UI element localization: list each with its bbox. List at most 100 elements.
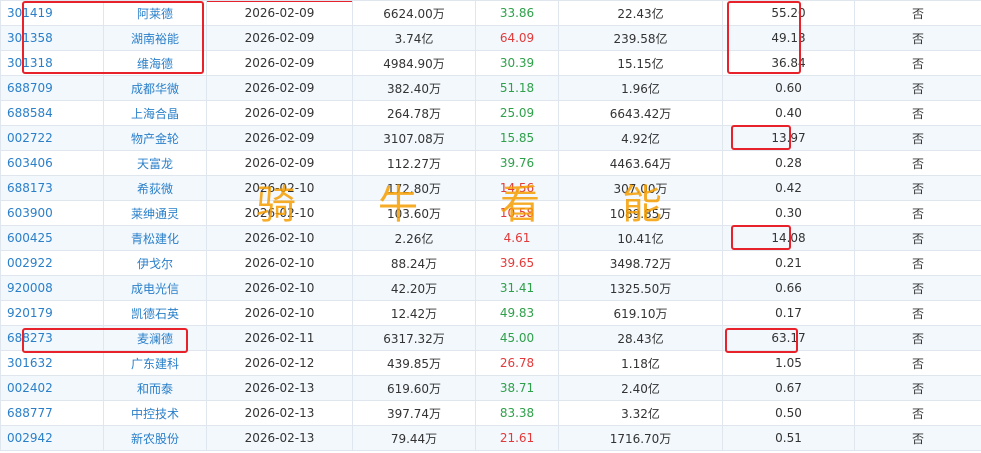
percent-cell: 10.58 [475, 200, 559, 226]
stock-name-cell: 新农股份 [103, 425, 207, 451]
date-cell: 2026-02-10 [206, 225, 353, 251]
amount-cell: 172.80万 [352, 175, 476, 201]
percent-cell: 15.85 [475, 125, 559, 151]
stock-code-link[interactable]: 301419 [7, 6, 53, 20]
ratio-cell: 0.40 [722, 100, 855, 126]
stock-code-link[interactable]: 600425 [7, 231, 53, 245]
stock-code-cell: 603900 [0, 200, 104, 226]
stock-code-link[interactable]: 920008 [7, 281, 53, 295]
stock-name-link[interactable]: 中控技术 [131, 407, 179, 421]
date-cell: 2026-02-13 [206, 400, 353, 426]
table-row: 920179 凯德石英 2026-02-10 12.42万 49.83 619.10万 0.… [0, 300, 981, 326]
stock-name-cell: 天富龙 [103, 150, 207, 176]
date-cell: 2026-02-09 [206, 125, 353, 151]
date-cell: 2026-02-09 [206, 150, 353, 176]
stock-name-cell: 成都华微 [103, 75, 207, 101]
percent-cell: 14.56 [475, 175, 559, 201]
flag-cell: 否 [854, 350, 981, 376]
table-row: 688777 中控技术 2026-02-13 397.74万 83.38 3.32亿 0.5… [0, 400, 981, 426]
date-cell: 2026-02-11 [206, 325, 353, 351]
flag-cell: 否 [854, 250, 981, 276]
table-row: 301419 阿莱德 2026-02-09 6624.00万 33.86 22.43亿 55… [0, 0, 981, 26]
ratio-cell: 0.66 [722, 275, 855, 301]
stock-code-link[interactable]: 002402 [7, 381, 53, 395]
stock-name-cell: 莱绅通灵 [103, 200, 207, 226]
capital-cell: 1325.50万 [558, 275, 723, 301]
stock-code-link[interactable]: 301358 [7, 31, 53, 45]
stock-code-link[interactable]: 688777 [7, 406, 53, 420]
stock-code-link[interactable]: 603900 [7, 206, 53, 220]
stock-code-link[interactable]: 603406 [7, 156, 53, 170]
amount-cell: 6624.00万 [352, 0, 476, 26]
stock-name-link[interactable]: 物产金轮 [131, 132, 179, 146]
flag-cell: 否 [854, 0, 981, 26]
stock-code-link[interactable]: 301318 [7, 56, 53, 70]
ratio-cell: 0.60 [722, 75, 855, 101]
amount-cell: 3107.08万 [352, 125, 476, 151]
stock-name-cell: 广东建科 [103, 350, 207, 376]
stock-code-link[interactable]: 688173 [7, 181, 53, 195]
table-body: 301419 阿莱德 2026-02-09 6624.00万 33.86 22.43亿 55… [0, 0, 981, 451]
date-cell: 2026-02-09 [206, 75, 353, 101]
capital-cell: 239.58亿 [558, 25, 723, 51]
ratio-cell: 63.17 [722, 325, 855, 351]
stock-code-link[interactable]: 920179 [7, 306, 53, 320]
stock-name-link[interactable]: 维海德 [137, 57, 173, 71]
date-cell: 2026-02-09 [206, 50, 353, 76]
stock-code-cell: 920179 [0, 300, 104, 326]
amount-cell: 619.60万 [352, 375, 476, 401]
stock-name-link[interactable]: 凯德石英 [131, 307, 179, 321]
stock-code-link[interactable]: 002942 [7, 431, 53, 445]
ratio-cell: 0.51 [722, 425, 855, 451]
stock-name-link[interactable]: 天富龙 [137, 157, 173, 171]
percent-cell: 45.00 [475, 325, 559, 351]
capital-cell: 3.32亿 [558, 400, 723, 426]
ratio-cell: 55.20 [722, 0, 855, 26]
stock-name-link[interactable]: 成电光信 [131, 282, 179, 296]
date-cell: 2026-02-10 [206, 200, 353, 226]
percent-cell: 31.41 [475, 275, 559, 301]
flag-cell: 否 [854, 375, 981, 401]
stock-name-cell: 麦澜德 [103, 325, 207, 351]
stock-name-link[interactable]: 阿莱德 [137, 7, 173, 21]
stock-code-cell: 688777 [0, 400, 104, 426]
flag-cell: 否 [854, 125, 981, 151]
stock-name-link[interactable]: 伊戈尔 [137, 257, 173, 271]
stock-name-link[interactable]: 成都华微 [131, 82, 179, 96]
capital-cell: 15.15亿 [558, 50, 723, 76]
stock-code-cell: 301358 [0, 25, 104, 51]
stock-code-link[interactable]: 002922 [7, 256, 53, 270]
ratio-cell: 14.08 [722, 225, 855, 251]
stock-name-link[interactable]: 青松建化 [131, 232, 179, 246]
stock-code-link[interactable]: 688709 [7, 81, 53, 95]
stock-code-link[interactable]: 688273 [7, 331, 53, 345]
stock-name-link[interactable]: 莱绅通灵 [131, 207, 179, 221]
stock-code-cell: 600425 [0, 225, 104, 251]
amount-cell: 12.42万 [352, 300, 476, 326]
stock-code-link[interactable]: 002722 [7, 131, 53, 145]
flag-cell: 否 [854, 200, 981, 226]
date-cell: 2026-02-10 [206, 275, 353, 301]
amount-cell: 88.24万 [352, 250, 476, 276]
stock-name-link[interactable]: 新农股份 [131, 432, 179, 446]
stock-code-cell: 301419 [0, 0, 104, 26]
stock-name-link[interactable]: 广东建科 [131, 357, 179, 371]
stock-code-link[interactable]: 688584 [7, 106, 53, 120]
amount-cell: 264.78万 [352, 100, 476, 126]
percent-cell: 33.86 [475, 0, 559, 26]
table-row: 002402 和而泰 2026-02-13 619.60万 38.71 2.40亿 0.67… [0, 375, 981, 401]
stock-name-link[interactable]: 和而泰 [137, 382, 173, 396]
stock-name-link[interactable]: 上海合晶 [131, 107, 179, 121]
stock-name-link[interactable]: 湖南裕能 [131, 32, 179, 46]
amount-cell: 103.60万 [352, 200, 476, 226]
amount-cell: 397.74万 [352, 400, 476, 426]
table-row: 688709 成都华微 2026-02-09 382.40万 51.18 1.96亿 0.6… [0, 75, 981, 101]
amount-cell: 439.85万 [352, 350, 476, 376]
table-row: 002722 物产金轮 2026-02-09 3107.08万 15.85 4.92亿 13… [0, 125, 981, 151]
stock-code-link[interactable]: 301632 [7, 356, 53, 370]
amount-cell: 2.26亿 [352, 225, 476, 251]
stock-name-link[interactable]: 麦澜德 [137, 332, 173, 346]
capital-cell: 1089.85万 [558, 200, 723, 226]
stock-name-link[interactable]: 希荻微 [137, 182, 173, 196]
flag-cell: 否 [854, 400, 981, 426]
